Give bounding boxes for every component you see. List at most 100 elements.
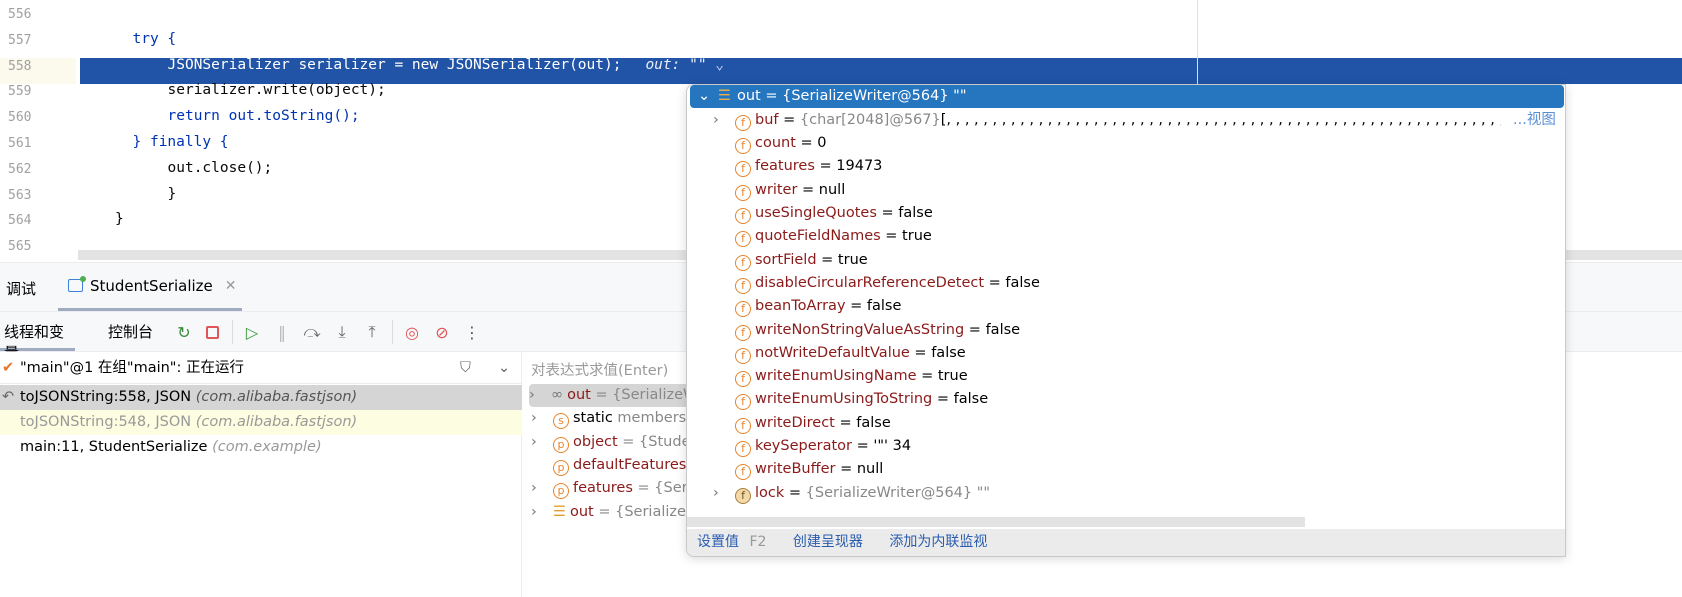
- field-row[interactable]: f writer = null: [713, 179, 845, 202]
- thread-selector[interactable]: ✔ "main"@1 在组"main": 正在运行 ⛉ ⌄: [0, 352, 522, 384]
- chevron-down-icon[interactable]: ⌄: [498, 352, 510, 384]
- code-text: out.close();: [167, 159, 273, 176]
- field-row[interactable]: f features = 19473: [713, 155, 882, 178]
- field-icon: f: [735, 417, 751, 434]
- code-line[interactable]: return out.toString();: [168, 108, 360, 124]
- field-name: features: [755, 158, 815, 175]
- code-line[interactable]: JSONSerializer serializer = new JSONSeri…: [168, 57, 725, 73]
- chevron-right-icon[interactable]: ›: [531, 501, 553, 524]
- field-value: '"' 34: [873, 438, 912, 454]
- variable-value: = {SerializeW: [593, 503, 701, 520]
- field-row[interactable]: f writeNonStringValueAsString = false: [713, 319, 1020, 342]
- inline-value-hint[interactable]: out: "": [645, 57, 706, 73]
- field-value: 19473: [836, 158, 883, 175]
- more-icon[interactable]: ⋮: [462, 322, 482, 342]
- field-icon: f: [735, 324, 751, 341]
- variable-row[interactable]: › ☰ out = {SerializeW: [531, 501, 700, 524]
- code-line[interactable]: }: [115, 211, 124, 227]
- field-name: useSingleQuotes: [755, 205, 877, 221]
- step-out-icon[interactable]: ⤒: [362, 322, 382, 342]
- field-row[interactable]: f count = 0: [713, 132, 827, 155]
- code-line[interactable]: serializer.write(object);: [168, 82, 386, 98]
- chevron-right-icon[interactable]: ›: [531, 407, 553, 430]
- field-icon: f: [735, 184, 751, 201]
- code-line[interactable]: out.close();: [168, 160, 273, 176]
- field-row[interactable]: › f buf = {char[2048]@567} [, , , , , , , …: [713, 109, 1556, 132]
- field-icon: f: [735, 161, 751, 178]
- popup-action-bar: 设置值 F2 创建呈现器 添加为内联监视: [687, 529, 1565, 556]
- field-row[interactable]: f notWriteDefaultValue = false: [713, 342, 966, 365]
- field-value: false: [898, 205, 933, 221]
- tab-student-serialize[interactable]: StudentSerialize ✕: [58, 263, 242, 311]
- field-row[interactable]: f writeEnumUsingName = true: [713, 365, 968, 388]
- chevron-down-icon[interactable]: ⌄: [707, 57, 724, 73]
- variable-row[interactable]: p defaultFeatures: [531, 454, 686, 477]
- chevron-right-icon[interactable]: ›: [531, 477, 553, 500]
- set-value-link[interactable]: 设置值 F2: [697, 534, 766, 550]
- code-line[interactable]: }: [168, 186, 177, 202]
- root-value: out = {SerializeWriter@564} "": [737, 88, 967, 104]
- line-gutter[interactable]: 556 557 558 559 560 561 562 563 564 565: [0, 0, 76, 262]
- field-row[interactable]: f sortField = true: [713, 249, 868, 272]
- variable-row[interactable]: › p features = {Seria: [531, 477, 701, 500]
- field-value: null: [818, 181, 846, 198]
- field-row[interactable]: f quoteFieldNames = true: [713, 225, 932, 248]
- frame-method: main:11, StudentSerialize: [20, 439, 208, 455]
- view-link[interactable]: ...视图: [1513, 109, 1556, 132]
- field-name: writeNonStringValueAsString: [755, 321, 965, 338]
- variable-row[interactable]: › s static members: [531, 407, 686, 430]
- pause-icon[interactable]: ‖: [272, 322, 292, 342]
- field-name: writeEnumUsingName: [755, 368, 917, 385]
- field-name: lock: [755, 484, 785, 501]
- field-row[interactable]: f beanToArray = false: [713, 295, 901, 318]
- rerun-icon[interactable]: ↻: [174, 322, 194, 342]
- filter-icon[interactable]: ⛉: [460, 352, 471, 384]
- close-icon[interactable]: ✕: [225, 278, 237, 294]
- variable-row[interactable]: › p object = {Stude: [531, 431, 691, 454]
- step-over-icon[interactable]: ⤼: [302, 322, 322, 342]
- popup-root-row[interactable]: ⌄ ☰ out = {SerializeWriter@564} "": [690, 85, 1564, 108]
- toolbar-separator: [232, 320, 233, 344]
- variable-value: = {Stude: [617, 433, 691, 450]
- frame-item[interactable]: ↶ toJSONString:558, JSON (com.alibaba.fas…: [0, 385, 522, 410]
- frame-item[interactable]: toJSONString:548, JSON (com.alibaba.fast…: [0, 410, 522, 435]
- add-inline-watch-link[interactable]: 添加为内联监视: [889, 534, 987, 550]
- field-name: buf: [755, 111, 779, 128]
- field-icon: f: [735, 231, 751, 248]
- p-badge-icon: p: [553, 436, 569, 453]
- evaluate-expression-input[interactable]: 对表达式求值(Enter): [531, 359, 668, 380]
- popup-horizontal-scrollbar[interactable]: [687, 517, 1305, 527]
- field-name: notWriteDefaultValue: [755, 344, 910, 361]
- stop-icon[interactable]: [202, 322, 222, 342]
- code-line[interactable]: } finally {: [133, 134, 229, 150]
- mute-breakpoints-icon[interactable]: ⊘: [432, 322, 452, 342]
- resume-icon[interactable]: ▷: [242, 322, 262, 342]
- chevron-right-icon[interactable]: ›: [713, 109, 735, 132]
- tab-threads-variables[interactable]: 线程和变量: [0, 312, 75, 362]
- line-number: 562: [8, 161, 32, 177]
- field-icon: f: [735, 464, 751, 481]
- code-text: }: [115, 211, 124, 228]
- frames-panel: ✔ "main"@1 在组"main": 正在运行 ⛉ ⌄ ↶ toJSONStr…: [0, 352, 522, 597]
- field-row[interactable]: f writeEnumUsingToString = false: [713, 388, 988, 411]
- field-row[interactable]: f writeDirect = false: [713, 412, 891, 435]
- field-row[interactable]: f disableCircularReferenceDetect = false: [713, 272, 1040, 295]
- field-row[interactable]: f writeBuffer = null: [713, 458, 883, 481]
- field-row[interactable]: f keySeperator = '"' 34: [713, 435, 911, 458]
- create-renderer-link[interactable]: 创建呈现器: [793, 534, 863, 550]
- frame-package: (com.alibaba.fastjson): [195, 389, 358, 405]
- code-line[interactable]: try {: [133, 31, 177, 47]
- field-row[interactable]: f useSingleQuotes = false: [713, 202, 933, 225]
- field-row[interactable]: › f lock = {SerializeWriter@564} "": [713, 482, 990, 505]
- view-breakpoints-icon[interactable]: ◎: [402, 322, 422, 342]
- field-icon: f: [735, 254, 751, 271]
- chevron-down-icon[interactable]: ⌄: [690, 85, 718, 108]
- chevron-right-icon[interactable]: ›: [713, 482, 735, 505]
- step-into-icon[interactable]: ⤓: [332, 322, 352, 342]
- chevron-right-icon[interactable]: ›: [531, 431, 553, 454]
- frame-item[interactable]: main:11, StudentSerialize (com.example): [0, 435, 522, 460]
- tab-console[interactable]: 控制台: [108, 321, 153, 342]
- variable-row[interactable]: › ∞ out = {SerializeW: [529, 384, 697, 407]
- line-number: 558: [8, 58, 32, 74]
- chevron-right-icon[interactable]: ›: [529, 384, 551, 407]
